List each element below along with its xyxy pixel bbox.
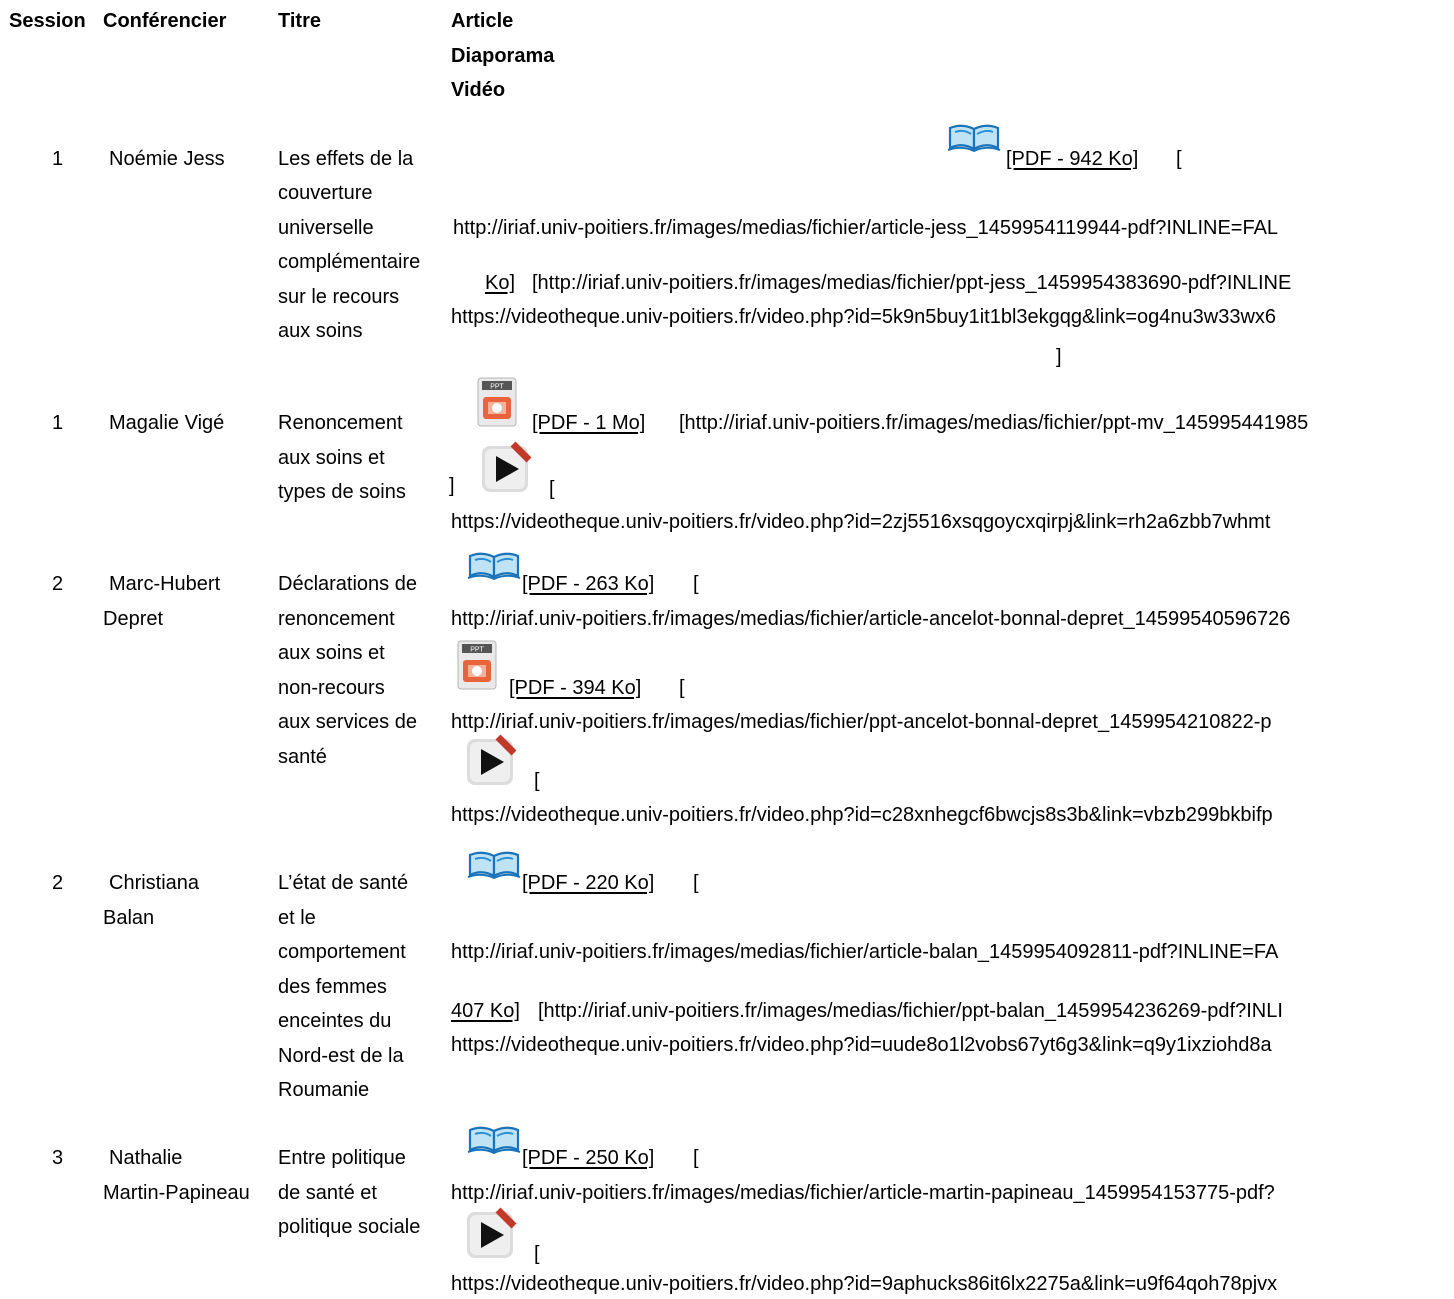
speaker-name: Depret [103, 608, 164, 630]
talk-title-line: aux soins [278, 320, 363, 342]
video-url[interactable]: https://videotheque.univ-poitiers.fr/vid… [451, 798, 1273, 832]
bracket-text: [ [693, 872, 699, 894]
video-url[interactable]: https://videotheque.univ-poitiers.fr/vid… [451, 505, 1270, 539]
speaker-name: Magalie Vigé [109, 412, 225, 434]
page-content: Session Conférencier Titre Article Diapo… [0, 0, 1434, 1299]
bracket-text: [ [693, 1147, 699, 1169]
talk-title-line: aux soins et [278, 642, 385, 664]
talk-title-line: sur le recours [278, 286, 400, 308]
header-slides: Diaporama [451, 45, 555, 67]
talk-title-line: aux services de [278, 711, 417, 733]
bracket-text: [ [693, 573, 699, 595]
slides-url[interactable]: [http://iriaf.univ-poitiers.fr/images/me… [538, 994, 1283, 1028]
open-book-icon[interactable] [946, 120, 1002, 152]
video-url[interactable]: https://videotheque.univ-poitiers.fr/vid… [451, 1028, 1272, 1062]
talk-title-line: aux soins et [278, 447, 385, 469]
header-session: Session [9, 10, 86, 32]
session-number: 1 [52, 148, 64, 170]
open-book-icon[interactable] [466, 847, 522, 879]
slides-url[interactable]: [http://iriaf.univ-poitiers.fr/images/me… [679, 406, 1308, 440]
speaker-name: Balan [103, 907, 155, 929]
slides-url[interactable]: [http://iriaf.univ-poitiers.fr/images/me… [532, 266, 1291, 300]
session-number: 1 [52, 412, 64, 434]
bracket-text: ] [1056, 346, 1062, 368]
talk-title-line: Renoncement [278, 412, 403, 434]
session-number: 2 [52, 573, 64, 595]
bracket-text: [ [534, 770, 540, 792]
talk-title-line: santé [278, 746, 327, 768]
talk-title-line: Entre politique [278, 1147, 406, 1169]
talk-title-line: Nord-est de la [278, 1045, 404, 1067]
article-pdf-link[interactable]: [PDF - 220 Ko] [522, 866, 654, 900]
slides-url[interactable]: http://iriaf.univ-poitiers.fr/images/med… [451, 705, 1271, 739]
article-pdf-link[interactable]: [PDF - 942 Ko] [1006, 142, 1138, 176]
slides-size-link[interactable]: 407 Ko] [451, 994, 520, 1028]
talk-title-line: des femmes [278, 976, 387, 998]
session-number: 2 [52, 872, 64, 894]
talk-title-line: comportement [278, 941, 406, 963]
talk-title-line: Déclarations de [278, 573, 417, 595]
talk-title-line: de santé et [278, 1182, 377, 1204]
video-play-icon[interactable] [477, 440, 533, 496]
talk-title-line: L’état de santé [278, 872, 409, 894]
header-video: Vidéo [451, 79, 506, 101]
article-url[interactable]: http://iriaf.univ-poitiers.fr/images/med… [451, 602, 1290, 636]
talk-title-line: renoncement [278, 608, 395, 630]
article-url[interactable]: http://iriaf.univ-poitiers.fr/images/med… [451, 1176, 1275, 1210]
speaker-name: Nathalie [109, 1147, 183, 1169]
bracket-text: ] [449, 475, 455, 497]
slides-pdf-link[interactable]: [PDF - 394 Ko] [509, 671, 641, 705]
article-pdf-link[interactable]: [PDF - 263 Ko] [522, 567, 654, 601]
talk-title-line: Roumanie [278, 1079, 370, 1101]
talk-title-line: politique sociale [278, 1216, 421, 1238]
article-pdf-link[interactable]: [PDF - 250 Ko] [522, 1141, 654, 1175]
video-url[interactable]: https://videotheque.univ-poitiers.fr/vid… [451, 1267, 1277, 1299]
speaker-name: Martin-Papineau [103, 1182, 250, 1204]
talk-title-line: universelle [278, 217, 374, 239]
video-play-icon[interactable] [462, 733, 518, 789]
video-play-icon[interactable] [462, 1206, 518, 1262]
talk-title-line: et le [278, 907, 316, 929]
slides-pdf-link[interactable]: [PDF - 1 Mo] [532, 406, 645, 440]
video-url[interactable]: https://videotheque.univ-poitiers.fr/vid… [451, 300, 1276, 334]
ppt-file-icon[interactable] [455, 638, 499, 692]
session-number: 3 [52, 1147, 64, 1169]
article-url[interactable]: http://iriaf.univ-poitiers.fr/images/med… [451, 935, 1278, 969]
speaker-name: Marc-Hubert [109, 573, 221, 595]
slides-size-link[interactable]: Ko] [485, 266, 515, 300]
talk-title-line: couverture [278, 182, 373, 204]
header-speaker: Conférencier [103, 10, 227, 32]
open-book-icon[interactable] [466, 1122, 522, 1154]
ppt-file-icon[interactable] [475, 375, 519, 429]
bracket-text: [ [679, 677, 685, 699]
speaker-name: Noémie Jess [109, 148, 225, 170]
header-article: Article [451, 10, 514, 32]
talk-title-line: complémentaire [278, 251, 421, 273]
speaker-name: Christiana [109, 872, 200, 894]
header-title: Titre [278, 10, 321, 32]
talk-title-line: enceintes du [278, 1010, 392, 1032]
talk-title-line: non-recours [278, 677, 385, 699]
bracket-text: [ [549, 478, 555, 500]
article-url[interactable]: http://iriaf.univ-poitiers.fr/images/med… [453, 211, 1278, 245]
bracket-text: [ [1176, 148, 1182, 170]
talk-title-line: Les effets de la [278, 148, 414, 170]
talk-title-line: types de soins [278, 481, 406, 503]
open-book-icon[interactable] [466, 548, 522, 580]
